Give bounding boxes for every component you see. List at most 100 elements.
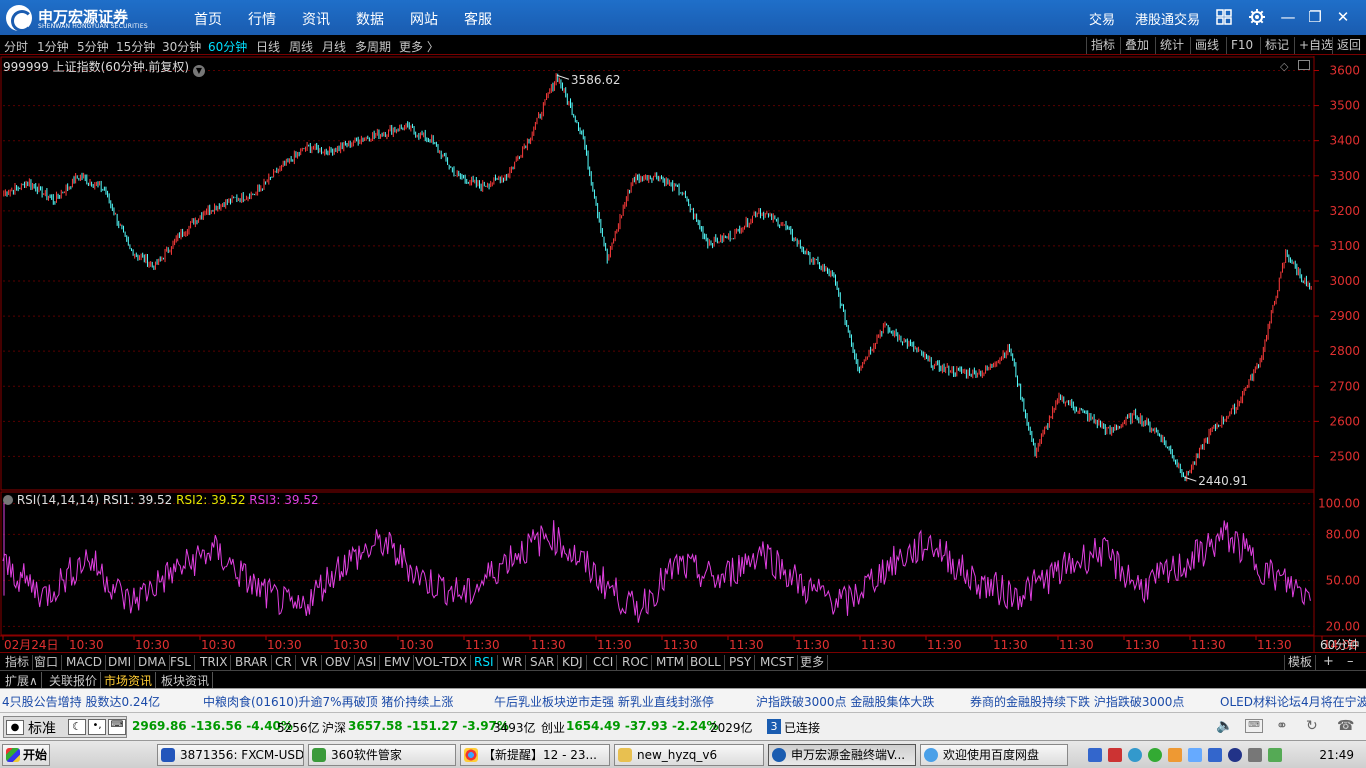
- task-browser[interactable]: 【新提醒】12 - 23...: [460, 744, 610, 766]
- chart-title-dropdown-icon[interactable]: ▼: [192, 65, 205, 77]
- network-icon[interactable]: [1248, 748, 1262, 762]
- ind-tab-more[interactable]: 更多: [797, 655, 829, 670]
- ind-tab-asi[interactable]: ASI: [354, 655, 381, 670]
- zoom-out-icon[interactable]: –: [1347, 654, 1354, 669]
- zoom-in-icon[interactable]: +: [1323, 654, 1334, 669]
- keyboard-icon[interactable]: ⌨: [108, 719, 126, 735]
- news-item[interactable]: 中粮肉食(01610)升逾7%再破顶 猪价持续上涨: [203, 693, 453, 710]
- period-60min[interactable]: 60分钟: [208, 38, 247, 55]
- period-month[interactable]: 月线: [322, 38, 346, 55]
- period-more[interactable]: 更多 〉: [399, 38, 439, 55]
- tray-icon[interactable]: [1108, 748, 1122, 762]
- tray-icon[interactable]: [1148, 748, 1162, 762]
- ind-tab-fsl[interactable]: FSL: [167, 655, 195, 670]
- ind-tab-cr[interactable]: CR: [272, 655, 296, 670]
- ind-tab-roc[interactable]: ROC: [619, 655, 653, 670]
- sync-icon[interactable]: ↻: [1306, 718, 1318, 734]
- nav-news[interactable]: 资讯: [302, 9, 330, 29]
- trade-link[interactable]: 交易: [1089, 9, 1115, 28]
- ime-icon[interactable]: ●: [6, 720, 24, 735]
- chart-window-icon[interactable]: [1298, 60, 1310, 70]
- tool-draw[interactable]: 画线: [1190, 37, 1223, 54]
- period-week[interactable]: 周线: [289, 38, 313, 55]
- tray-icon[interactable]: [1088, 748, 1102, 762]
- ind-tab-boll[interactable]: BOLL: [687, 655, 725, 670]
- tool-indicator[interactable]: 指标: [1086, 37, 1119, 54]
- ind-tab-psy[interactable]: PSY: [726, 655, 756, 670]
- tool-overlay[interactable]: 叠加: [1120, 37, 1153, 54]
- rsi-settings-icon[interactable]: [3, 495, 13, 505]
- ext-tab-sector-news[interactable]: 板块资讯: [158, 672, 214, 689]
- ind-tab-indicator[interactable]: 指标: [2, 655, 34, 670]
- keyboard-tray-icon[interactable]: ⌨: [1245, 719, 1263, 733]
- ind-tab-trix[interactable]: TRIX: [197, 655, 232, 670]
- news-item[interactable]: 4只股公告增持 股数达0.24亿: [2, 693, 160, 710]
- news-item[interactable]: OLED材料论坛4月将在宁波召: [1220, 693, 1366, 710]
- speaker-icon[interactable]: 🔈: [1216, 718, 1233, 734]
- start-button[interactable]: 开始: [2, 744, 50, 766]
- period-1min[interactable]: 1分钟: [37, 38, 69, 55]
- task-swhy-terminal[interactable]: 申万宏源金融终端V...: [768, 744, 916, 766]
- period-day[interactable]: 日线: [256, 38, 280, 55]
- news-item[interactable]: 券商的金融股持续下跌 沪指跌破3000点: [970, 693, 1184, 710]
- tray-icon[interactable]: [1168, 748, 1182, 762]
- ind-tab-brar[interactable]: BRAR: [232, 655, 272, 670]
- tool-back[interactable]: 返回: [1332, 37, 1365, 54]
- bluetooth-icon[interactable]: [1228, 748, 1242, 762]
- ind-tab-dma[interactable]: DMA: [135, 655, 170, 670]
- ind-tab-vol-tdx[interactable]: VOL-TDX: [412, 655, 471, 670]
- task-baidu-pan[interactable]: 欢迎使用百度网盘: [920, 744, 1068, 766]
- ind-tab-cci[interactable]: CCI: [590, 655, 618, 670]
- ind-tab-window[interactable]: 窗口: [31, 655, 63, 670]
- ind-tab-rsi[interactable]: RSI: [471, 655, 498, 670]
- period-15min[interactable]: 15分钟: [116, 38, 155, 55]
- ind-tab-mcst[interactable]: MCST: [757, 655, 798, 670]
- nav-website[interactable]: 网站: [410, 9, 438, 29]
- template-button[interactable]: 模板: [1284, 655, 1317, 670]
- ind-tab-vr[interactable]: VR: [298, 655, 322, 670]
- chart-area[interactable]: 3600 3500 3400 3300 3200 3100 3000 2900 2800 2700…: [0, 56, 1366, 656]
- sh-index-quote[interactable]: 2969.86 -136.56 -4.40%: [132, 719, 293, 733]
- tool-mark[interactable]: 标记: [1260, 37, 1293, 54]
- ext-tab-related-quotes[interactable]: 关联报价: [46, 672, 102, 689]
- tool-add-watchlist[interactable]: +自选: [1294, 37, 1337, 54]
- price-and-rsi-chart[interactable]: 3600 3500 3400 3300 3200 3100 3000 2900 2800 2700…: [0, 56, 1366, 656]
- layout-grid-icon[interactable]: [1213, 6, 1235, 28]
- nav-service[interactable]: 客服: [464, 9, 492, 29]
- task-fxcm[interactable]: 3871356: FXCM-USD...: [157, 744, 304, 766]
- ind-tab-dmi[interactable]: DMI: [105, 655, 136, 670]
- settings-gear-icon[interactable]: [1246, 6, 1268, 28]
- ext-tab-market-news[interactable]: 市场资讯: [101, 672, 157, 689]
- tray-icon[interactable]: [1128, 748, 1142, 762]
- ind-tab-kdj[interactable]: KDJ: [559, 655, 587, 670]
- mode-label[interactable]: 标准: [28, 718, 56, 738]
- task-folder[interactable]: new_hyzq_v6: [614, 744, 764, 766]
- ind-tab-obv[interactable]: OBV: [322, 655, 355, 670]
- period-5min[interactable]: 5分钟: [77, 38, 109, 55]
- minimize-icon[interactable]: —: [1277, 6, 1299, 28]
- bell-icon[interactable]: ☎: [1337, 718, 1354, 734]
- close-icon[interactable]: ✕: [1332, 6, 1354, 28]
- nav-home[interactable]: 首页: [194, 9, 222, 29]
- tool-stats[interactable]: 统计: [1155, 37, 1188, 54]
- period-multi[interactable]: 多周期: [355, 38, 391, 55]
- restore-icon[interactable]: ❐: [1304, 6, 1326, 28]
- news-item[interactable]: 午后乳业板块逆市走强 新乳业直线封涨停: [494, 693, 714, 710]
- period-30min[interactable]: 30分钟: [162, 38, 201, 55]
- ind-tab-mtm[interactable]: MTM: [653, 655, 689, 670]
- task-360[interactable]: 360软件管家: [308, 744, 456, 766]
- ext-tab-expand[interactable]: 扩展∧: [2, 672, 42, 689]
- ind-tab-wr[interactable]: WR: [499, 655, 527, 670]
- ind-tab-emv[interactable]: EMV: [381, 655, 415, 670]
- tray-icon[interactable]: [1268, 748, 1282, 762]
- nav-data[interactable]: 数据: [356, 9, 384, 29]
- sz-index-quote[interactable]: 3657.58 -151.27 -3.97%: [348, 719, 509, 733]
- moon-icon[interactable]: ☾: [68, 719, 86, 735]
- news-item[interactable]: 沪指跌破3000点 金融股集体大跌: [756, 693, 934, 710]
- tray-icon[interactable]: [1208, 748, 1222, 762]
- punctuation-icon[interactable]: •,: [88, 719, 106, 735]
- tray-icon[interactable]: [1188, 748, 1202, 762]
- chart-diamond-icon[interactable]: ◇: [1280, 60, 1288, 73]
- period-intraday[interactable]: 分时: [4, 38, 28, 55]
- hk-connect-trade-link[interactable]: 港股通交易: [1135, 9, 1200, 28]
